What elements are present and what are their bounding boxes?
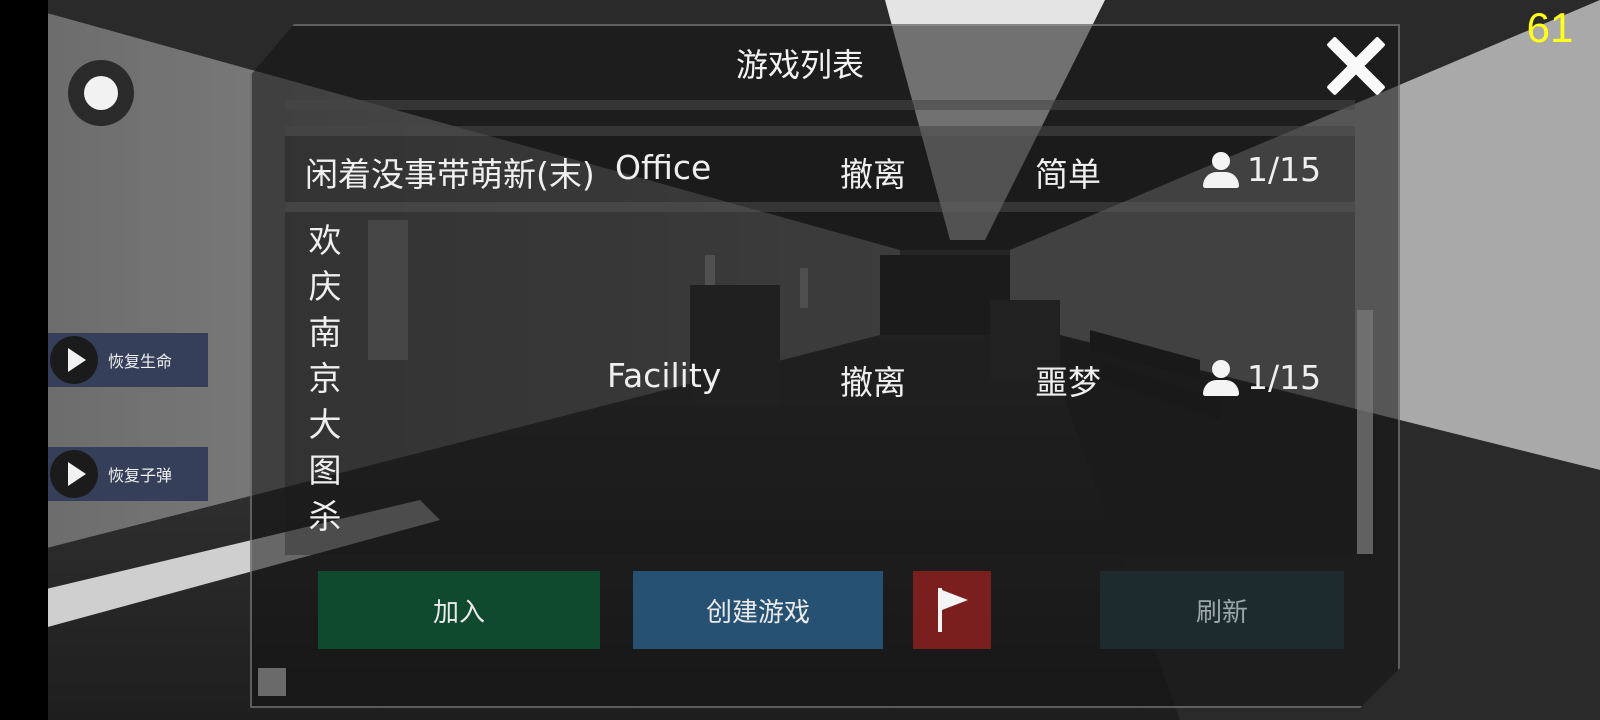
- game-difficulty: 简单: [1035, 155, 1101, 194]
- play-icon: [50, 450, 98, 498]
- row-divider: [285, 202, 1355, 212]
- dialog-title: 游戏列表: [735, 46, 864, 84]
- row-divider: [285, 126, 1355, 136]
- record-dot-icon: [84, 76, 118, 110]
- game-map: Facility: [607, 356, 722, 395]
- game-difficulty: 噩梦: [1035, 363, 1101, 402]
- person-icon: [1203, 359, 1239, 396]
- record-button[interactable]: [68, 60, 134, 126]
- fps-counter: 61: [1526, 4, 1574, 51]
- game-mode: 撤离: [840, 155, 906, 194]
- restore-health-label: 恢复生命: [108, 352, 173, 371]
- person-icon: [1203, 151, 1239, 188]
- game-name-char: 京: [308, 359, 342, 398]
- close-icon[interactable]: [1322, 32, 1390, 100]
- play-icon: [50, 336, 98, 384]
- restore-ammo-label: 恢复子弹: [108, 466, 173, 485]
- report-button[interactable]: [913, 571, 991, 649]
- game-name-vertical: 欢 庆 南 京 大 图 杀: [305, 218, 345, 540]
- game-name-char: 图: [308, 451, 342, 490]
- game-name-char: 欢: [308, 221, 342, 260]
- game-name: 闲着没事带萌新(末): [305, 155, 595, 194]
- left-edge-bar: [0, 0, 48, 720]
- game-name-char: 庆: [308, 267, 342, 306]
- restore-ammo-button[interactable]: 恢复子弹: [48, 447, 208, 501]
- player-count: 1/15: [1247, 150, 1322, 189]
- game-name-char: 杀: [308, 497, 342, 536]
- game-row[interactable]: 欢 庆 南 京 大 图 杀 Facility 撤离 噩梦 1/15: [285, 212, 1355, 555]
- flag-icon: [934, 586, 970, 634]
- row-divider: [285, 100, 1355, 110]
- restore-health-button[interactable]: 恢复生命: [48, 333, 208, 387]
- game-mode: 撤离: [840, 363, 906, 402]
- refresh-button[interactable]: 刷新: [1100, 571, 1344, 649]
- game-name-char: 大: [308, 405, 342, 444]
- player-count: 1/15: [1247, 358, 1322, 397]
- scrollbar-thumb[interactable]: [1357, 310, 1373, 554]
- game-map: Office: [615, 148, 712, 187]
- game-name-char: 南: [308, 313, 342, 352]
- game-row[interactable]: 闲着没事带萌新(末) Office 撤离 简单 1/15: [285, 136, 1355, 202]
- corner-square-icon: [258, 668, 286, 696]
- game-players: 1/15: [1203, 150, 1321, 189]
- join-button[interactable]: 加入: [318, 571, 600, 649]
- create-game-button[interactable]: 创建游戏: [633, 571, 883, 649]
- game-list: 闲着没事带萌新(末) Office 撤离 简单 1/15 欢 庆 南 京 大 图…: [285, 100, 1375, 555]
- game-players: 1/15: [1203, 358, 1321, 397]
